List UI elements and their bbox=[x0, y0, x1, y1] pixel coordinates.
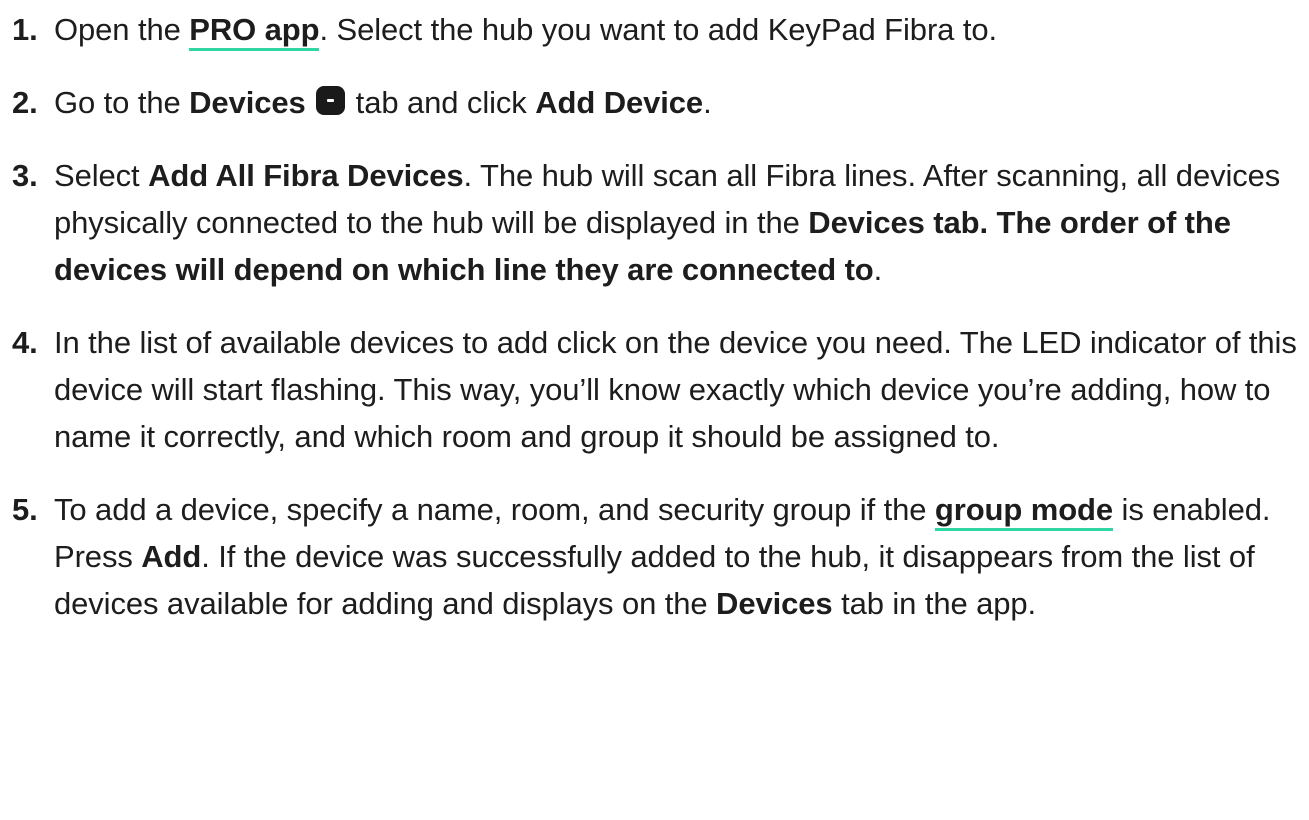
step-text: To add a device, specify a name, room, a… bbox=[54, 492, 935, 527]
step-text: . bbox=[873, 252, 883, 287]
step-number: 3. bbox=[12, 158, 38, 193]
devices-label: Devices bbox=[189, 85, 306, 120]
step-5: 5. To add a device, specify a name, room… bbox=[12, 486, 1302, 627]
step-text: . If the device was successfully added t… bbox=[54, 539, 1255, 621]
step-1: 1. Open the PRO app. Select the hub you … bbox=[12, 6, 1302, 53]
step-text: . Select the hub you want to add KeyPad … bbox=[319, 12, 997, 47]
step-3: 3. Select Add All Fibra Devices. The hub… bbox=[12, 152, 1302, 293]
step-number: 4. bbox=[12, 325, 38, 360]
step-2: 2. Go to the Devices tab and click Add D… bbox=[12, 79, 1302, 126]
step-text: Go to the bbox=[54, 85, 190, 120]
step-text: Open the bbox=[54, 12, 190, 47]
step-text: . bbox=[703, 85, 712, 120]
step-4: 4. In the list of available devices to a… bbox=[12, 319, 1302, 460]
step-text: In the list of available devices to add … bbox=[54, 325, 1297, 454]
step-text: tab in the app. bbox=[832, 586, 1037, 621]
add-all-fibra-devices-label: Add All Fibra Devices bbox=[148, 158, 464, 193]
pro-app-link[interactable]: PRO app bbox=[189, 12, 320, 51]
add-device-label: Add Device bbox=[535, 85, 704, 120]
step-number: 2. bbox=[12, 85, 38, 120]
devices-label: Devices bbox=[716, 586, 833, 621]
group-mode-link[interactable]: group mode bbox=[934, 492, 1113, 531]
add-label: Add bbox=[141, 539, 202, 574]
step-number: 1. bbox=[12, 12, 38, 47]
devices-tab-icon bbox=[316, 86, 346, 115]
instruction-steps: 1. Open the PRO app. Select the hub you … bbox=[12, 6, 1302, 653]
step-text: Select bbox=[54, 158, 149, 193]
step-text: tab and click bbox=[347, 85, 536, 120]
step-number: 5. bbox=[12, 492, 38, 527]
